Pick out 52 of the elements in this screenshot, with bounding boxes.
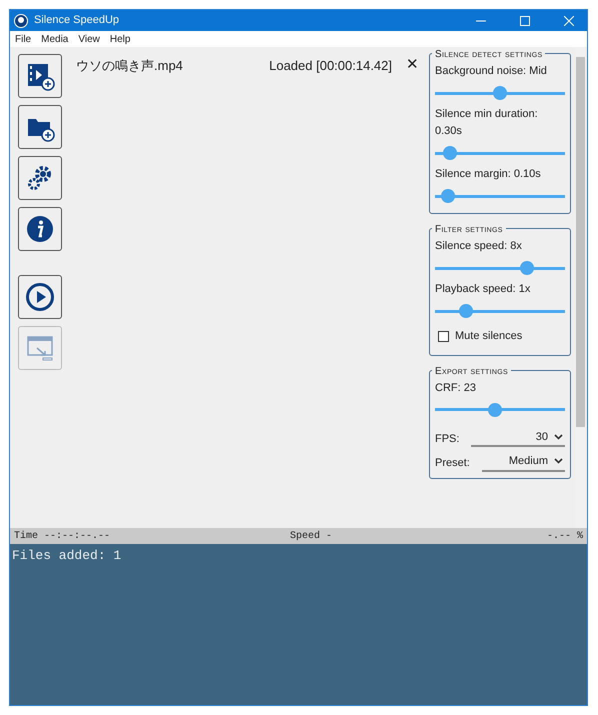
slider-thumb[interactable] bbox=[459, 304, 474, 318]
app-logo-icon bbox=[14, 14, 28, 28]
menu-item[interactable]: Help bbox=[110, 32, 130, 46]
remove-button[interactable]: ✕ bbox=[406, 54, 419, 76]
dropdown[interactable]: Medium bbox=[482, 453, 565, 472]
file-status: Loaded [00:00:14.42] bbox=[269, 56, 392, 75]
slider-label: Background noise: Mid bbox=[435, 64, 548, 79]
status-label: Speed bbox=[290, 530, 320, 544]
slider-label: Silence speed: 8x bbox=[435, 239, 523, 254]
slider[interactable] bbox=[435, 188, 565, 204]
progress-percent: -.-- % bbox=[546, 530, 583, 544]
menu-item[interactable]: File bbox=[15, 32, 32, 46]
slider-thumb[interactable] bbox=[443, 146, 458, 160]
file-name: ウソの鳴き声.mp4 bbox=[76, 56, 184, 75]
checkbox[interactable] bbox=[438, 330, 449, 342]
slider-label: Silence min duration: 0.30s bbox=[435, 107, 539, 139]
speed-value: - bbox=[326, 530, 334, 544]
checkbox-label: Mute silences bbox=[455, 329, 522, 344]
status-label: Time bbox=[14, 530, 38, 544]
film-add-icon bbox=[25, 61, 55, 91]
menu-item[interactable]: Media bbox=[41, 32, 68, 46]
slider-thumb[interactable] bbox=[488, 402, 502, 416]
slider-thumb[interactable] bbox=[520, 261, 534, 275]
slider[interactable] bbox=[435, 402, 565, 418]
slider[interactable] bbox=[435, 260, 565, 276]
menu-item[interactable]: View bbox=[78, 32, 100, 46]
slider-label: Playback speed: 1x bbox=[435, 282, 532, 297]
play-icon bbox=[25, 282, 55, 312]
toolbar-button[interactable] bbox=[18, 156, 62, 200]
time-value: --:--:--.-- bbox=[44, 530, 110, 544]
slider-thumb[interactable] bbox=[440, 189, 455, 203]
slider[interactable] bbox=[435, 85, 565, 101]
slider-thumb[interactable] bbox=[493, 86, 507, 100]
chevron-icon bbox=[554, 434, 563, 440]
close-icon[interactable] bbox=[564, 16, 574, 26]
toolbar-button[interactable] bbox=[18, 275, 62, 319]
window-title: Silence SpeedUp bbox=[34, 13, 120, 28]
slider-label: Silence margin: 0.10s bbox=[435, 167, 542, 182]
dropdown[interactable]: 30 bbox=[471, 428, 565, 447]
slider[interactable] bbox=[435, 303, 565, 319]
info-icon bbox=[25, 214, 55, 244]
chevron-icon bbox=[554, 458, 563, 464]
toolbar-button[interactable] bbox=[18, 207, 62, 251]
toolbar-button[interactable] bbox=[18, 105, 62, 149]
field-label: FPS: bbox=[435, 432, 460, 446]
field-label: Preset: bbox=[435, 456, 470, 471]
toolbar-button[interactable] bbox=[18, 54, 62, 98]
slider[interactable] bbox=[435, 145, 565, 161]
slider-label: CRF: 23 bbox=[435, 380, 477, 396]
maximize-icon[interactable] bbox=[520, 16, 530, 26]
scrollbar-thumb[interactable] bbox=[576, 57, 585, 427]
log-line: Files added: 1 bbox=[12, 547, 122, 565]
